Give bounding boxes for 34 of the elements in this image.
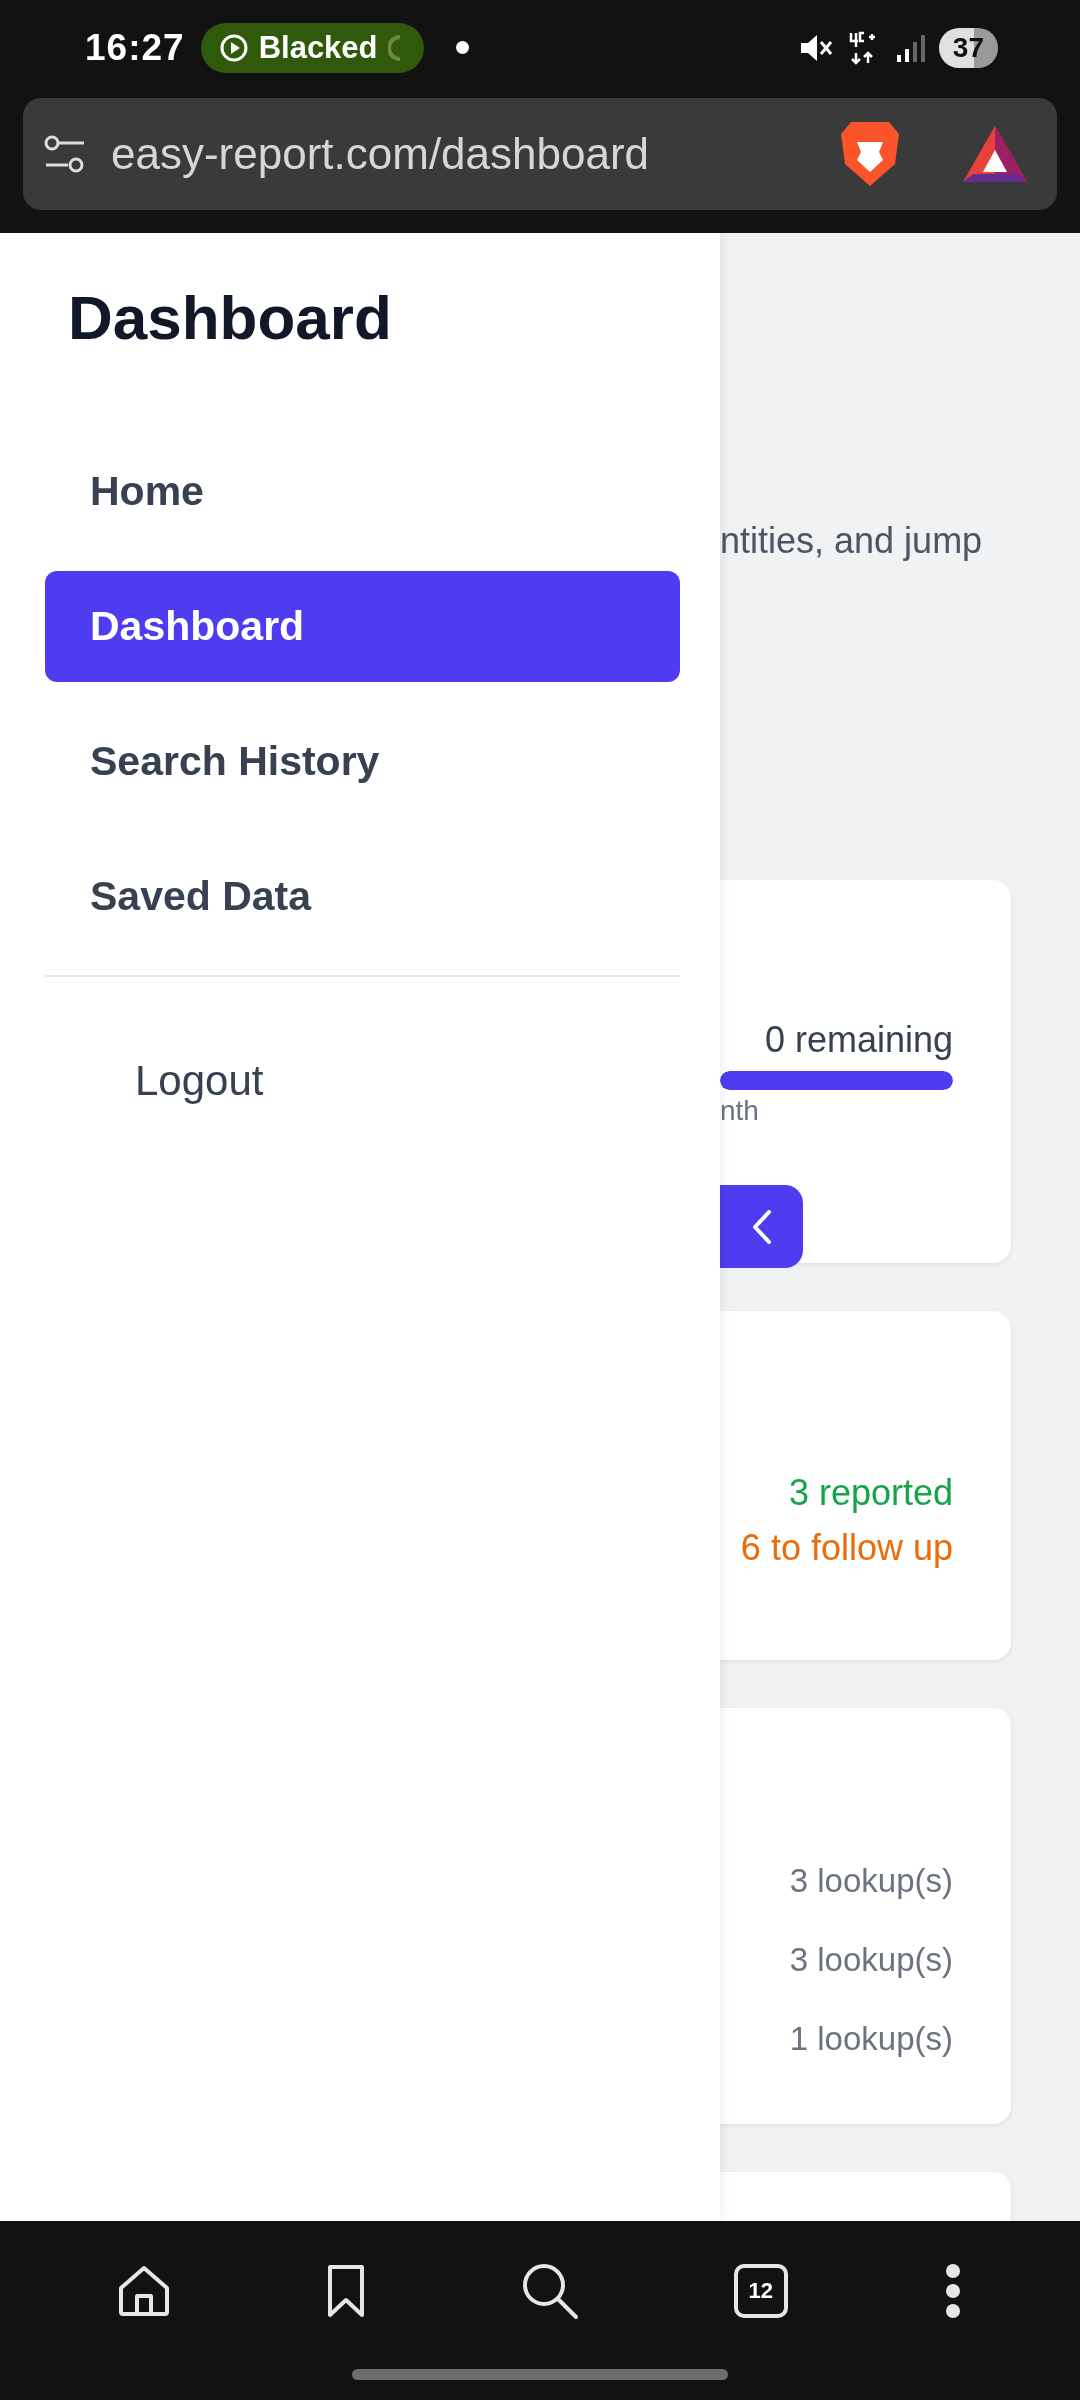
collapse-button[interactable] <box>720 1185 803 1268</box>
status-count: 3 reported <box>788 1471 953 1515</box>
settings-sliders-icon[interactable] <box>43 134 87 174</box>
bookmark-icon[interactable] <box>326 2264 367 2318</box>
lion-shield-icon[interactable] <box>839 120 901 188</box>
nav-item[interactable]: Saved Data <box>45 841 680 952</box>
loading-icon <box>387 34 402 61</box>
play-icon <box>218 32 249 63</box>
search-icon[interactable] <box>521 2262 579 2320</box>
media-title: Blacked <box>258 29 378 66</box>
intro-text: ntities, and jump <box>720 519 984 563</box>
remaining-count: 0 remaining <box>764 1018 953 1062</box>
status-count: 6 to follow up <box>740 1526 953 1570</box>
gesture-handle[interactable] <box>352 2369 728 2380</box>
nav-item[interactable]: Search History <box>45 706 680 817</box>
address-bar[interactable]: easy-report.com/dashboard <box>23 98 1057 210</box>
lookup-count: 3 lookup(s) <box>789 1940 953 1980</box>
url-text: easy-report.com/dashboard <box>111 129 650 179</box>
battery-level: 37 <box>938 27 998 68</box>
drawer-title: Dashboard <box>68 282 393 354</box>
home-icon[interactable] <box>117 2264 172 2318</box>
lookup-count: 3 lookup(s) <box>789 1861 953 1901</box>
logout-link[interactable]: Logout <box>135 1025 680 1136</box>
triangle-logo-icon[interactable] <box>961 124 1029 184</box>
chevron-left-icon <box>750 1208 773 1245</box>
notification-dot <box>455 41 469 54</box>
card-note: nth <box>720 1096 759 1126</box>
signal-icon <box>894 32 925 63</box>
tab-count-button[interactable]: 12 <box>733 2264 788 2318</box>
nav-item[interactable]: Dashboard <box>45 571 680 682</box>
lookup-count: 1 lookup(s) <box>789 2019 953 2059</box>
clock-time: 16:27 <box>85 26 185 69</box>
media-status-pill[interactable]: Blacked <box>200 22 424 73</box>
nav-item[interactable]: Home <box>45 436 680 547</box>
